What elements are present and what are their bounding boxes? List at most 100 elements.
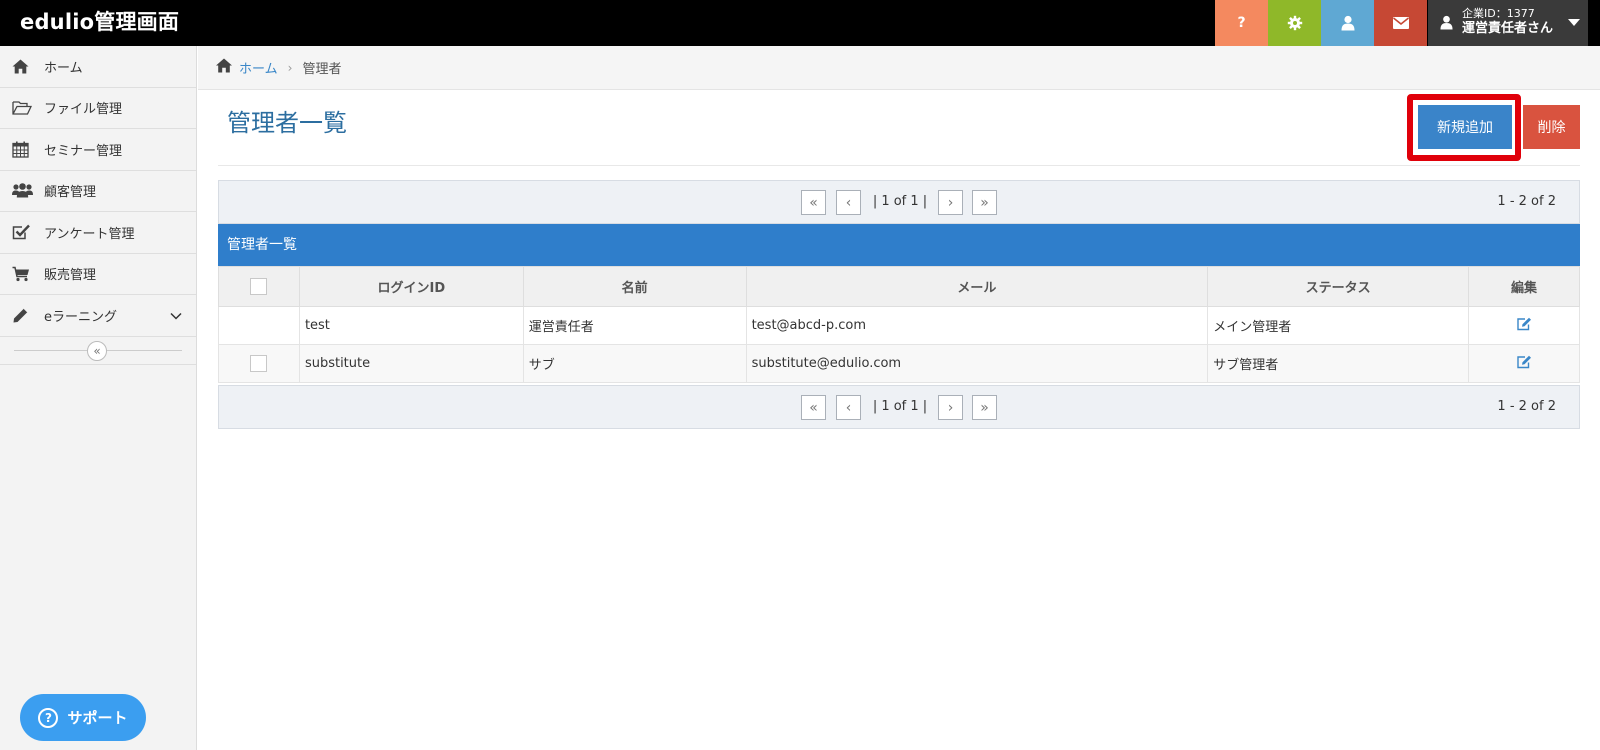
calendar-icon (12, 139, 36, 159)
table-row: test 運営責任者 test@abcd-p.com メイン管理者 (218, 306, 1580, 345)
result-count: 1 - 2 of 2 (1497, 194, 1556, 209)
sidebar-item-home[interactable]: ホーム (0, 46, 196, 88)
user-icon (1341, 15, 1354, 31)
prev-page-button[interactable]: ‹ (836, 190, 861, 215)
checkbox-icon (12, 222, 36, 242)
table-row: substitute サブ substitute@edulio.com サブ管理… (218, 344, 1580, 383)
edit-icon[interactable] (1516, 355, 1532, 373)
user-icon (1440, 15, 1453, 30)
help-icon: ? (1237, 15, 1246, 31)
page-text: 1 of 1 (881, 194, 919, 209)
double-chevron-right-icon: » (980, 194, 989, 211)
column-header-login-id[interactable]: ログインID (298, 266, 524, 307)
cell-login-id: test (298, 306, 524, 345)
first-page-button[interactable]: « (801, 190, 826, 215)
sidebar-item-label: 顧客管理 (44, 185, 97, 201)
last-page-button[interactable]: » (972, 395, 997, 420)
prev-page-button[interactable]: ‹ (836, 395, 861, 420)
chevron-right-icon: › (947, 399, 954, 416)
double-chevron-left-icon: « (809, 194, 818, 211)
sidebar-item-files[interactable]: ファイル管理 (0, 88, 196, 129)
cell-status: サブ管理者 (1207, 344, 1470, 383)
chevron-right-icon: › (947, 194, 954, 211)
result-count: 1 - 2 of 2 (1497, 399, 1556, 414)
account-name: 運営責任者さん (1462, 21, 1554, 36)
sidebar-item-survey[interactable]: アンケート管理 (0, 212, 196, 254)
sidebar-collapse-row: « (0, 337, 196, 365)
chevron-left-icon: ‹ (845, 194, 852, 211)
row-select-cell (218, 306, 300, 345)
select-all-cell (218, 266, 300, 307)
support-label: サポート (67, 709, 128, 727)
breadcrumb-current: 管理者 (302, 62, 342, 77)
cell-name: サブ (522, 344, 747, 383)
page-title: 管理者一覧 (227, 109, 347, 137)
double-chevron-left-icon: « (809, 399, 818, 416)
sidebar-item-label: ホーム (44, 60, 83, 76)
column-header-name[interactable]: 名前 (522, 266, 747, 307)
cell-email: test@abcd-p.com (745, 306, 1209, 345)
breadcrumb: ホーム › 管理者 (198, 46, 1600, 90)
table-header-row: ログインID 名前 メール ステータス 編集 (218, 266, 1580, 307)
edit-icon[interactable] (1516, 317, 1532, 335)
row-checkbox[interactable] (250, 355, 268, 372)
admin-table: ログインID 名前 メール ステータス 編集 test 運営責任者 test@a… (218, 266, 1580, 383)
table-caption: 管理者一覧 (218, 224, 1580, 266)
home-icon[interactable] (215, 58, 233, 77)
folder-open-icon (12, 98, 36, 118)
help-button[interactable]: ? (1215, 0, 1268, 46)
pagination-bottom: « ‹ | 1 of 1 | › » 1 - 2 of 2 (218, 385, 1580, 429)
sidebar-item-seminar[interactable]: セミナー管理 (0, 129, 196, 171)
cell-name: 運営責任者 (522, 306, 747, 345)
add-new-button[interactable]: 新規追加 (1418, 105, 1512, 149)
delete-button[interactable]: 削除 (1523, 105, 1580, 149)
cell-edit (1468, 306, 1580, 345)
brand-title[interactable]: edulio管理画面 (20, 0, 179, 46)
account-menu[interactable]: 企業ID：1377 運営責任者さん (1428, 0, 1588, 46)
mail-icon (1392, 17, 1409, 29)
caret-down-icon (1568, 19, 1580, 26)
sidebar-item-sales[interactable]: 販売管理 (0, 254, 196, 295)
question-circle-icon: ? (38, 707, 59, 728)
user-button[interactable] (1321, 0, 1374, 46)
chevron-left-icon: ‹ (845, 399, 852, 416)
last-page-button[interactable]: » (972, 190, 997, 215)
sidebar-item-label: 販売管理 (44, 268, 97, 284)
column-header-email[interactable]: メール (745, 266, 1209, 307)
pencil-icon (12, 305, 36, 325)
chevron-right-icon: › (287, 60, 293, 75)
next-page-button[interactable]: › (938, 395, 963, 420)
sidebar-item-label: セミナー管理 (44, 143, 123, 159)
page-indicator: | 1 of 1 | (872, 399, 928, 414)
gear-icon (1287, 15, 1302, 31)
mail-button[interactable] (1374, 0, 1427, 46)
column-header-edit: 編集 (1468, 266, 1580, 307)
first-page-button[interactable]: « (801, 395, 826, 420)
select-all-checkbox[interactable] (250, 278, 268, 295)
sidebar-item-label: アンケート管理 (44, 226, 135, 242)
settings-button[interactable] (1268, 0, 1321, 46)
company-id: 企業ID：1377 (1462, 7, 1535, 20)
page-indicator: | 1 of 1 | (872, 194, 928, 209)
sidebar-collapse-button[interactable]: « (87, 340, 107, 361)
chevron-down-icon[interactable] (170, 309, 182, 324)
row-select-cell (218, 344, 300, 383)
support-button[interactable]: ? サポート (20, 694, 146, 741)
divider (218, 165, 1580, 166)
double-chevron-left-icon: « (93, 343, 101, 358)
top-bar: edulio管理画面 ? 企業ID：1377 運営責任者さん (0, 0, 1600, 46)
sidebar-item-elearning[interactable]: eラーニング (0, 295, 196, 337)
next-page-button[interactable]: › (938, 190, 963, 215)
users-icon (12, 181, 36, 201)
breadcrumb-home-link[interactable]: ホーム (239, 58, 278, 77)
cell-email: substitute@edulio.com (745, 344, 1209, 383)
pagination-top: « ‹ | 1 of 1 | › » 1 - 2 of 2 (218, 180, 1580, 224)
cart-icon (12, 264, 36, 284)
home-icon (12, 56, 36, 76)
double-chevron-right-icon: » (980, 399, 989, 416)
cell-login-id: substitute (298, 344, 524, 383)
sidebar-item-customers[interactable]: 顧客管理 (0, 171, 196, 212)
sidebar-item-label: eラーニング (44, 309, 117, 325)
page-text: 1 of 1 (881, 399, 919, 414)
column-header-status[interactable]: ステータス (1207, 266, 1470, 307)
